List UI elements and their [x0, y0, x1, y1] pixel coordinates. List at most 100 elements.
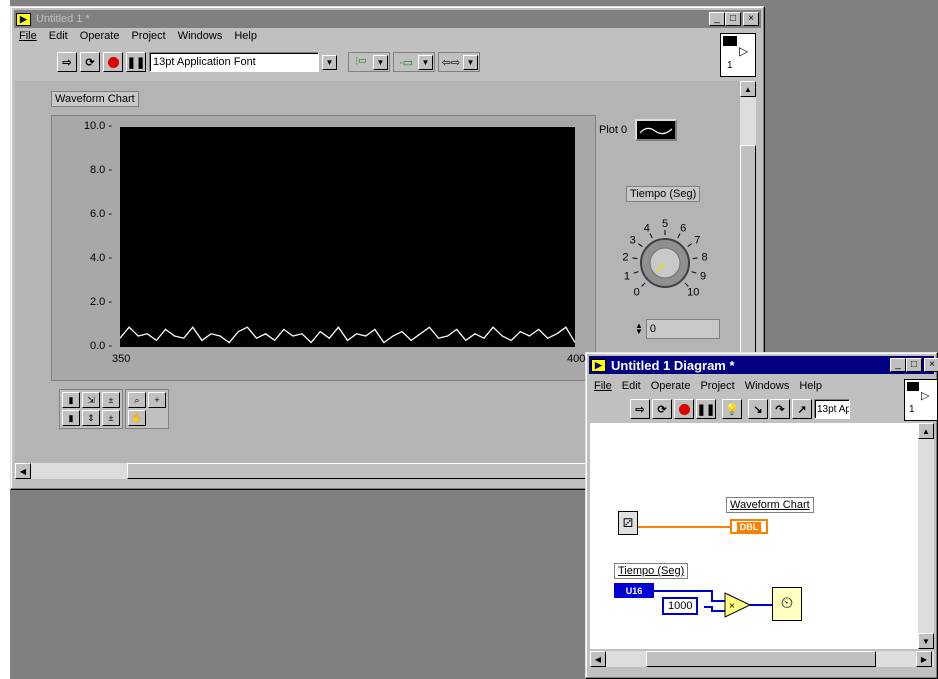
legend-label: Plot 0: [599, 124, 628, 136]
menu-windows[interactable]: Windows: [745, 380, 790, 396]
knob-scale-label: 8: [701, 252, 707, 264]
menu-operate[interactable]: Operate: [651, 380, 691, 396]
diagram-vertical-scrollbar[interactable]: ▲ ▼: [918, 423, 934, 649]
step-out-button[interactable]: ↗: [792, 399, 812, 419]
step-into-button[interactable]: ↘: [748, 399, 768, 419]
maximize-button[interactable]: □: [725, 12, 741, 26]
y-format-button[interactable]: ±: [102, 410, 120, 426]
scroll-up-arrow[interactable]: ▲: [740, 81, 756, 97]
run-arrow-button[interactable]: ⇨: [630, 399, 650, 419]
chart-terminal[interactable]: DBL: [730, 519, 768, 534]
block-diagram-canvas: × ⚂ Waveform Chart DBL Tiempo (Seg) U16 …: [590, 423, 918, 649]
scroll-thumb[interactable]: [646, 651, 876, 667]
menu-file[interactable]: File: [19, 30, 37, 46]
front-panel-titlebar[interactable]: ▶ Untitled 1 * _ □ ×: [14, 10, 761, 28]
hand-icon[interactable]: ✋: [128, 410, 146, 426]
knob-scale-label: 2: [622, 252, 628, 264]
x-format-button[interactable]: ±: [102, 392, 120, 408]
scroll-thumb[interactable]: [127, 463, 597, 479]
scroll-right-arrow[interactable]: ▶: [916, 651, 932, 667]
font-selector[interactable]: 13pt Application Font: [149, 52, 319, 72]
window-title: Untitled 1 *: [36, 13, 90, 25]
plot-legend-swatch[interactable]: [635, 119, 678, 141]
knob-scale-label: 7: [694, 234, 700, 246]
digital-value[interactable]: 0: [645, 319, 720, 339]
minimize-button[interactable]: _: [890, 358, 906, 372]
knob-terminal[interactable]: U16: [614, 583, 654, 598]
diagram-horizontal-scrollbar[interactable]: ◀ ▶: [590, 651, 934, 667]
menu-project[interactable]: Project: [700, 380, 734, 396]
wait-ms-node[interactable]: ⏲: [772, 587, 802, 621]
knob-tick: [632, 257, 638, 260]
knob-tick: [638, 243, 643, 247]
menu-help[interactable]: Help: [799, 380, 822, 396]
x-autoscale-button[interactable]: ⇲: [82, 392, 100, 408]
increment-arrows[interactable]: ▲ ▼: [635, 322, 643, 336]
menu-bar: File Edit Operate Project Windows Help: [15, 30, 257, 46]
minimize-button[interactable]: _: [709, 12, 725, 26]
align-icon: ⫶▭: [355, 55, 367, 68]
connector-pane[interactable]: ▷ 1: [904, 379, 938, 421]
reorder-dropdown[interactable]: ⇦⇨ ▼: [438, 52, 480, 72]
run-continuously-button[interactable]: ⟳: [80, 52, 100, 72]
y-lock-button[interactable]: ▮: [62, 410, 80, 426]
run-arrow-button[interactable]: ⇨: [57, 52, 77, 72]
abort-button[interactable]: [103, 52, 123, 72]
maximize-button[interactable]: □: [906, 358, 922, 372]
waveform-chart: 10.0 - 8.0 - 6.0 - 4.0 - 2.0 - 0.0 - 350 400: [51, 115, 596, 381]
menu-project[interactable]: Project: [131, 30, 165, 46]
x-tick-label: 400: [567, 353, 586, 365]
crosshair-icon[interactable]: +: [148, 392, 166, 408]
pause-button[interactable]: ❚❚: [696, 399, 716, 419]
scroll-left-arrow[interactable]: ◀: [15, 463, 31, 479]
font-selector[interactable]: 13pt Ap: [814, 399, 850, 419]
plot-0-line: [120, 326, 575, 344]
menu-windows[interactable]: Windows: [178, 30, 223, 46]
scroll-left-arrow[interactable]: ◀: [590, 651, 606, 667]
y-tick-label: 6.0 -: [89, 208, 112, 220]
plot-area[interactable]: [120, 127, 575, 347]
knob-scale-label: 9: [700, 270, 706, 282]
x-lock-button[interactable]: ▮: [62, 392, 80, 408]
close-button[interactable]: ×: [924, 358, 938, 372]
knob-scale-label: 5: [662, 218, 668, 230]
diagram-window: ▶ Untitled 1 Diagram * _ □ × File Edit O…: [585, 352, 938, 679]
knob-scale-label: 1: [624, 270, 630, 282]
dice-icon: ⚂: [622, 516, 634, 530]
zoom-icon[interactable]: ⌕: [128, 392, 146, 408]
highlight-execution-button[interactable]: 💡: [722, 399, 742, 419]
menu-edit[interactable]: Edit: [49, 30, 68, 46]
knob-scale-label: 3: [630, 234, 636, 246]
abort-button[interactable]: [674, 399, 694, 419]
run-continuously-button[interactable]: ⟳: [652, 399, 672, 419]
connector-pane[interactable]: ▷ 1: [720, 33, 756, 77]
knob-tick: [692, 257, 698, 260]
knob-label: Tiempo (Seg): [626, 186, 701, 202]
tiempo-knob[interactable]: 01 234 5 678 910: [605, 203, 725, 313]
menu-help[interactable]: Help: [234, 30, 257, 46]
y-tick-label: 4.0 -: [89, 252, 112, 264]
y-tick-label: 0.0 -: [89, 340, 112, 352]
distribute-dropdown[interactable]: ·▭ ▼: [393, 52, 435, 72]
wave-icon: [639, 127, 673, 135]
step-over-button[interactable]: ↷: [770, 399, 790, 419]
scroll-down-arrow[interactable]: ▼: [918, 633, 934, 649]
stop-icon: [107, 56, 119, 68]
menu-file[interactable]: File: [594, 380, 612, 396]
pause-button[interactable]: ❚❚: [126, 52, 146, 72]
font-dropdown-arrow[interactable]: ▼: [322, 54, 337, 70]
menu-operate[interactable]: Operate: [80, 30, 120, 46]
numeric-constant[interactable]: 1000: [662, 597, 699, 615]
y-tick-label: 10.0 -: [83, 120, 112, 132]
random-number-node[interactable]: ⚂: [618, 511, 638, 535]
diagram-titlebar[interactable]: ▶ Untitled 1 Diagram * _ □ ×: [589, 356, 938, 374]
labview-icon: ▶: [16, 12, 31, 26]
knob-tick: [687, 243, 692, 247]
y-autoscale-button[interactable]: ⇕: [82, 410, 100, 426]
stop-icon: [678, 403, 690, 415]
close-button[interactable]: ×: [743, 12, 759, 26]
scroll-up-arrow[interactable]: ▲: [918, 423, 934, 439]
menu-edit[interactable]: Edit: [622, 380, 641, 396]
font-selector-label: 13pt Ap: [817, 403, 850, 415]
align-dropdown[interactable]: ⫶▭ ▼: [348, 52, 390, 72]
